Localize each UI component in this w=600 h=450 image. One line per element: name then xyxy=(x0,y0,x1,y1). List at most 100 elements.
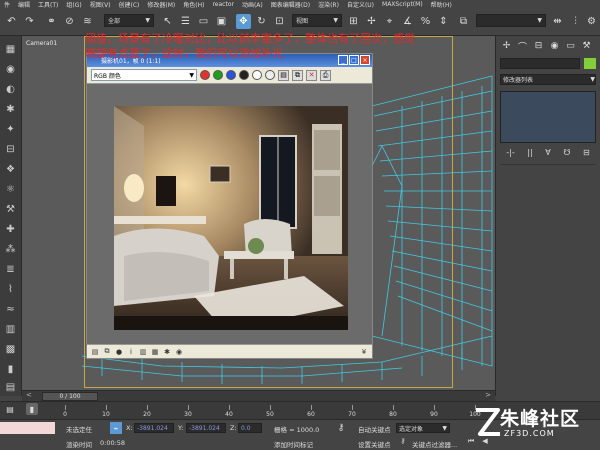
sphere-icon[interactable]: ◉ xyxy=(3,62,18,77)
render-setup-icon[interactable]: ⚙ xyxy=(584,14,599,29)
lens-icon[interactable]: ◉ xyxy=(175,348,183,356)
systems-icon[interactable]: ⚛ xyxy=(3,182,18,197)
frame-icon[interactable]: ▤ xyxy=(3,380,18,395)
bind-space-warp-icon[interactable]: ≋ xyxy=(80,14,95,29)
key-mode-icon[interactable]: ▮ xyxy=(26,403,38,415)
z-coordinate-field[interactable]: 0.0 xyxy=(238,423,262,433)
dots-icon[interactable]: ⁂ xyxy=(3,242,18,257)
clone-icon[interactable]: ⧉ xyxy=(292,69,303,81)
chevron-right-icon[interactable]: > xyxy=(485,391,491,399)
select-by-name-icon[interactable]: ☰ xyxy=(178,14,193,29)
utilities-tab-icon[interactable]: ⚒ xyxy=(580,40,593,52)
key-filters-button[interactable]: 关键点过滤器... xyxy=(412,439,457,449)
menu-item[interactable]: 组(G) xyxy=(62,0,85,9)
modifier-icon[interactable]: ✚ xyxy=(3,222,18,237)
layers-icon[interactable]: ≣ xyxy=(3,262,18,277)
object-icon[interactable]: ▮ xyxy=(3,362,18,377)
menu-item[interactable]: 工具(T) xyxy=(34,0,62,9)
paint-icon[interactable]: ⌇ xyxy=(3,282,18,297)
mono-channel-button[interactable] xyxy=(252,70,262,80)
wave-icon[interactable]: ≈ xyxy=(3,302,18,317)
alpha-channel-button[interactable] xyxy=(239,70,249,80)
gear-icon[interactable]: ✱ xyxy=(163,348,171,356)
window-crossing-icon[interactable]: ▣ xyxy=(214,14,229,29)
region-select-icon[interactable]: ▭ xyxy=(196,14,211,29)
manipulate-icon[interactable]: ✢ xyxy=(364,14,379,29)
select-object-icon[interactable]: ↖ xyxy=(160,14,175,29)
create-tab-icon[interactable]: ✢ xyxy=(500,40,513,52)
histogram-icon[interactable]: ▥ xyxy=(139,348,147,356)
space-warp-icon[interactable]: ❖ xyxy=(3,162,18,177)
key-icon[interactable]: ⚷ xyxy=(334,422,348,434)
print-icon[interactable]: ⎙ xyxy=(320,69,331,81)
box-icon[interactable]: ▦ xyxy=(3,42,18,57)
align-icon[interactable]: ⫶ xyxy=(568,14,583,29)
camera-icon[interactable]: ✦ xyxy=(3,122,18,137)
x-coordinate-field[interactable]: -3891.024 xyxy=(134,423,174,433)
spinner-snap-icon[interactable]: ⇕ xyxy=(436,14,451,29)
menu-item[interactable]: 动画(A) xyxy=(238,0,267,9)
menu-item[interactable]: 图表编辑器(D) xyxy=(267,0,314,9)
reference-coord-dropdown[interactable]: 视图 ▼ xyxy=(292,14,342,27)
teapot-icon[interactable]: ● xyxy=(115,348,123,356)
clone-icon[interactable]: ⧉ xyxy=(103,347,111,356)
mirror-icon[interactable]: ⇹ xyxy=(550,14,565,29)
light-icon[interactable]: ✱ xyxy=(3,102,18,117)
mini-curve-editor-icon[interactable]: ▤ xyxy=(4,403,16,415)
menu-item[interactable]: 件 xyxy=(0,0,14,9)
menu-item[interactable]: 角色(H) xyxy=(179,0,208,9)
angle-snap-icon[interactable]: ∡ xyxy=(400,14,415,29)
make-unique-icon[interactable]: ∀ xyxy=(545,148,550,160)
green-channel-button[interactable] xyxy=(213,70,223,80)
scale-icon[interactable]: ⊡ xyxy=(272,14,287,29)
select-link-icon[interactable]: ⚭ xyxy=(44,14,59,29)
motion-tab-icon[interactable]: ◉ xyxy=(548,40,561,52)
unlink-icon[interactable]: ⊘ xyxy=(62,14,77,29)
redo-icon[interactable]: ↷ xyxy=(22,14,37,29)
save-icon[interactable]: ▤ xyxy=(91,348,99,356)
clear-button[interactable] xyxy=(265,70,275,80)
show-end-result-icon[interactable]: || xyxy=(527,148,532,160)
add-time-tag[interactable]: 添加时间标记 xyxy=(274,439,313,449)
y-coordinate-field[interactable]: -3891.024 xyxy=(186,423,226,433)
red-channel-button[interactable] xyxy=(200,70,210,80)
auto-key-button[interactable]: 自动关键点 xyxy=(358,424,391,434)
modifier-list-dropdown[interactable]: 修改器列表 ▼ xyxy=(500,74,596,85)
set-key-button[interactable]: 设置关键点 xyxy=(358,439,391,449)
key-mode-dropdown[interactable]: 选定对象 ▼ xyxy=(396,423,450,433)
configure-sets-icon[interactable]: ⊟ xyxy=(583,148,590,160)
menu-item[interactable]: 视图(V) xyxy=(86,0,115,9)
modifier-stack[interactable] xyxy=(500,91,596,143)
maxscript-listener[interactable] xyxy=(0,422,55,434)
grid-icon[interactable]: ▦ xyxy=(151,348,159,356)
named-selection-icon[interactable]: ⧉ xyxy=(456,14,471,29)
menu-item[interactable]: reactor xyxy=(208,1,238,8)
chevron-down-icon[interactable]: ¥ xyxy=(360,348,368,356)
channel-dropdown[interactable]: RGB 颜色 ▼ xyxy=(91,69,197,81)
pivot-icon[interactable]: ⊞ xyxy=(346,14,361,29)
display-tab-icon[interactable]: ▭ xyxy=(564,40,577,52)
percent-snap-icon[interactable]: % xyxy=(418,14,433,29)
wrench-icon[interactable]: ⚒ xyxy=(3,202,18,217)
hierarchy-tab-icon[interactable]: ⊟ xyxy=(532,40,545,52)
menu-item[interactable]: 帮助(H) xyxy=(427,0,456,9)
rotate-icon[interactable]: ↻ xyxy=(254,14,269,29)
remove-modifier-icon[interactable]: ☋ xyxy=(563,148,570,160)
move-icon[interactable]: ✥ xyxy=(236,14,251,29)
undo-icon[interactable]: ↶ xyxy=(4,14,19,29)
save-icon[interactable]: ▤ xyxy=(278,69,289,81)
helper-icon[interactable]: ⊟ xyxy=(3,142,18,157)
pin-stack-icon[interactable]: -|- xyxy=(506,148,514,160)
menu-item[interactable]: 编辑 xyxy=(14,0,34,9)
menu-item[interactable]: 渲染(R) xyxy=(314,0,343,9)
time-slider[interactable]: < 0 / 100 > xyxy=(22,390,495,401)
key-filters-icon[interactable]: ⚷ xyxy=(398,436,408,446)
shape-icon[interactable]: ◐ xyxy=(3,82,18,97)
blue-channel-button[interactable] xyxy=(226,70,236,80)
selection-filter-dropdown[interactable]: 全部 ▼ xyxy=(104,14,154,27)
time-slider-thumb[interactable]: 0 / 100 xyxy=(42,392,98,401)
object-name-field[interactable] xyxy=(500,58,580,69)
menu-item[interactable]: MAXScript(M) xyxy=(378,1,427,8)
object-color-swatch[interactable] xyxy=(584,58,596,69)
menu-item[interactable]: 创建(C) xyxy=(115,0,144,9)
